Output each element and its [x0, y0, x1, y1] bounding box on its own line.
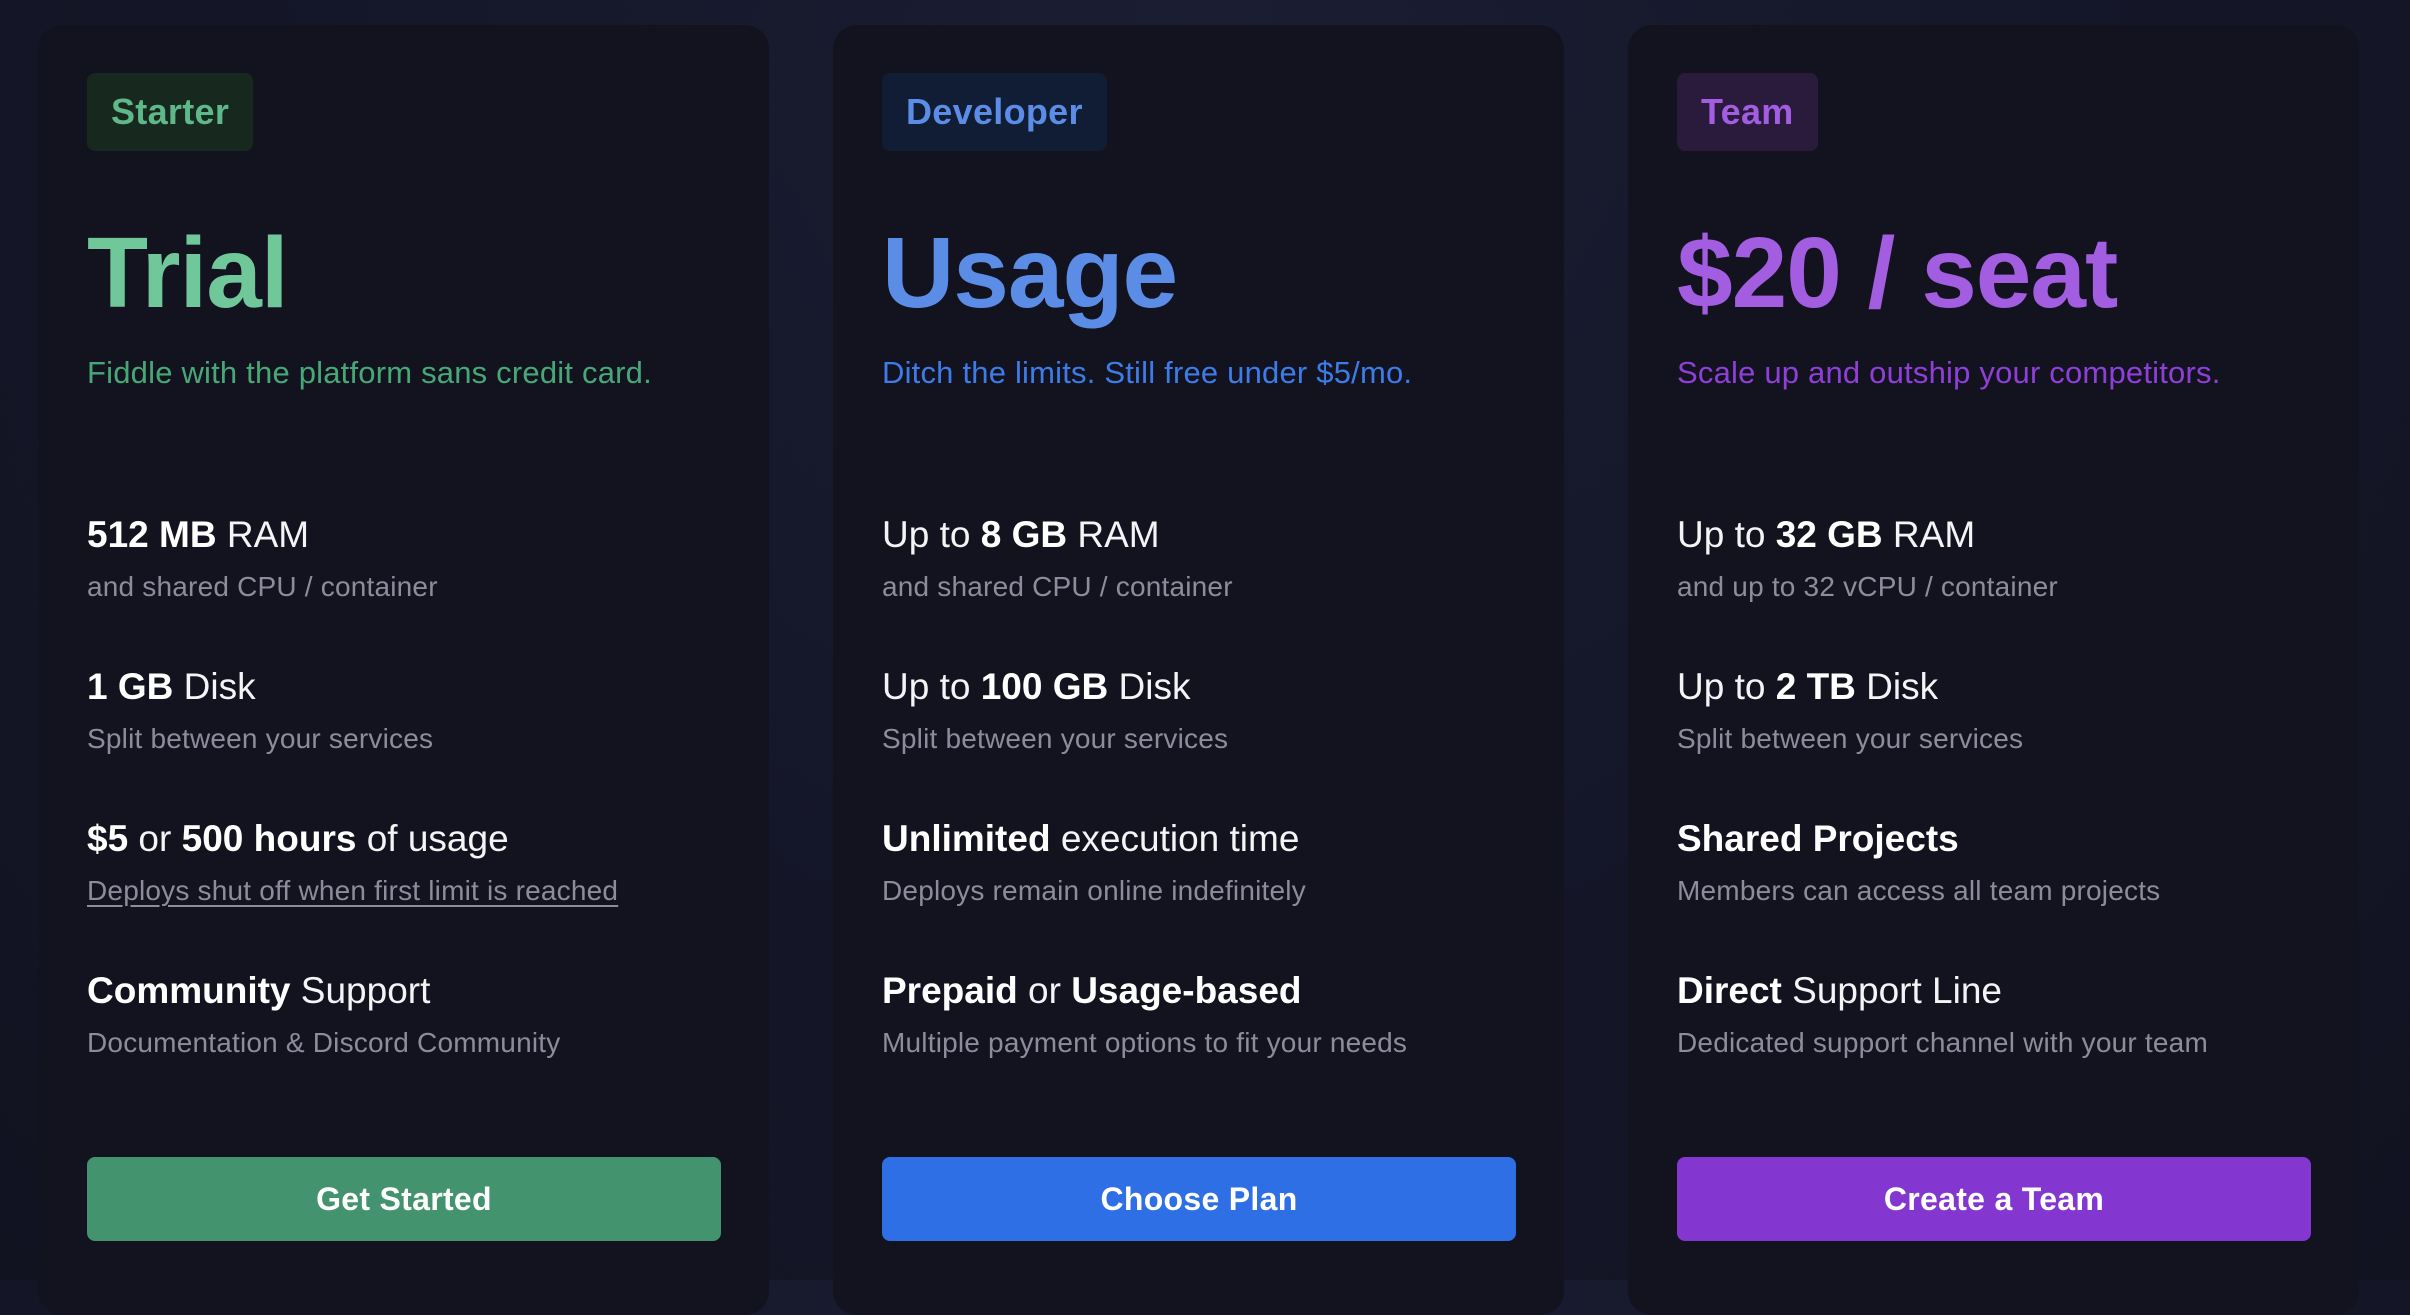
feature-title: Community Support [87, 969, 721, 1013]
feature-text: RAM [216, 514, 310, 555]
feature-suffix: of usage [356, 818, 509, 859]
feature-description: Deploys remain online indefinitely [882, 875, 1306, 906]
feature-text: Disk [173, 666, 256, 707]
feature-highlight: Prepaid [882, 970, 1018, 1011]
feature-prefix: Up to [882, 514, 981, 555]
choose-plan-button[interactable]: Choose Plan [882, 1157, 1516, 1241]
create-team-button[interactable]: Create a Team [1677, 1157, 2311, 1241]
feature-support: Community Support Documentation & Discor… [87, 969, 721, 1121]
feature-title: Prepaid or Usage-based [882, 969, 1516, 1013]
plan-price: Trial [87, 217, 289, 329]
plan-price: Usage [882, 217, 1178, 329]
feature-list: 512 MB RAM and shared CPU / container 1 … [87, 513, 721, 1121]
feature-text: RAM [1067, 514, 1160, 555]
feature-text: Support [290, 970, 431, 1011]
feature-execution: Unlimited execution time Deploys remain … [882, 817, 1516, 969]
plan-price: $20 / seat [1677, 217, 2118, 329]
plan-badge: Starter [87, 73, 254, 151]
feature-disk: Up to 2 TB Disk Split between your servi… [1677, 665, 2311, 817]
feature-text: Disk [1108, 666, 1191, 707]
feature-highlight-2: Usage-based [1071, 970, 1302, 1011]
feature-highlight: 32 GB [1775, 514, 1883, 555]
feature-highlight: 8 GB [980, 514, 1068, 555]
feature-ram: 512 MB RAM and shared CPU / container [87, 513, 721, 665]
plan-tagline: Fiddle with the platform sans credit car… [87, 355, 652, 390]
feature-title: Up to 100 GB Disk [882, 665, 1516, 709]
feature-ram: Up to 8 GB RAM and shared CPU / containe… [882, 513, 1516, 665]
plan-badge: Team [1677, 73, 1818, 151]
feature-ram: Up to 32 GB RAM and up to 32 vCPU / cont… [1677, 513, 2311, 665]
feature-title: Up to 8 GB RAM [882, 513, 1516, 557]
feature-description: Members can access all team projects [1677, 875, 2161, 906]
feature-highlight: Shared Projects [1677, 818, 1959, 859]
feature-title: Unlimited execution time [882, 817, 1516, 861]
feature-highlight: 100 GB [980, 666, 1109, 707]
feature-title: Shared Projects [1677, 817, 2311, 861]
feature-highlight: 1 GB [87, 666, 174, 707]
feature-disk: Up to 100 GB Disk Split between your ser… [882, 665, 1516, 817]
feature-description: and shared CPU / container [882, 571, 1233, 602]
plan-card-team: Team $20 / seat Scale up and outship you… [1628, 25, 2359, 1315]
plan-card-starter: Starter Trial Fiddle with the platform s… [38, 25, 769, 1315]
feature-text: RAM [1882, 514, 1976, 555]
feature-payment: Prepaid or Usage-based Multiple payment … [882, 969, 1516, 1121]
feature-text: execution time [1050, 818, 1300, 859]
feature-description: Split between your services [1677, 723, 2024, 754]
usage-limit-link[interactable]: Deploys shut off when first limit is rea… [87, 873, 721, 909]
feature-prefix: Up to [1677, 666, 1776, 707]
feature-highlight: Community [87, 970, 291, 1011]
feature-list: Up to 8 GB RAM and shared CPU / containe… [882, 513, 1516, 1121]
feature-highlight: 512 MB [87, 514, 217, 555]
feature-title: 1 GB Disk [87, 665, 721, 709]
plan-card-developer: Developer Usage Ditch the limits. Still … [833, 25, 1564, 1315]
feature-usage: $5 or 500 hours of usage Deploys shut of… [87, 817, 721, 969]
feature-title: Up to 32 GB RAM [1677, 513, 2311, 557]
get-started-button[interactable]: Get Started [87, 1157, 721, 1241]
feature-highlight: Direct [1677, 970, 1782, 1011]
feature-disk: 1 GB Disk Split between your services [87, 665, 721, 817]
plan-badge: Developer [882, 73, 1107, 151]
feature-title: $5 or 500 hours of usage [87, 817, 721, 861]
feature-text: Disk [1855, 666, 1939, 707]
feature-highlight: $5 [87, 818, 129, 859]
feature-title: 512 MB RAM [87, 513, 721, 557]
plan-tagline: Scale up and outship your competitors. [1677, 355, 2221, 390]
feature-prefix: Up to [1677, 514, 1776, 555]
feature-description: Documentation & Discord Community [87, 1027, 561, 1058]
feature-list: Up to 32 GB RAM and up to 32 vCPU / cont… [1677, 513, 2311, 1121]
feature-description: Split between your services [87, 723, 434, 754]
feature-shared-projects: Shared Projects Members can access all t… [1677, 817, 2311, 969]
pricing-cards: Starter Trial Fiddle with the platform s… [38, 25, 2359, 1315]
feature-description: and shared CPU / container [87, 571, 438, 602]
feature-highlight-2: 500 hours [181, 818, 357, 859]
feature-highlight: 2 TB [1775, 666, 1856, 707]
feature-text: or [128, 818, 182, 859]
feature-prefix: Up to [882, 666, 981, 707]
feature-description: Split between your services [882, 723, 1229, 754]
feature-description: Multiple payment options to fit your nee… [882, 1027, 1408, 1058]
feature-title: Up to 2 TB Disk [1677, 665, 2311, 709]
plan-tagline: Ditch the limits. Still free under $5/mo… [882, 355, 1413, 390]
feature-title: Direct Support Line [1677, 969, 2311, 1013]
feature-text: or [1017, 970, 1072, 1011]
feature-description: and up to 32 vCPU / container [1677, 571, 2058, 602]
feature-text: Support Line [1781, 970, 2002, 1011]
feature-highlight: Unlimited [882, 818, 1051, 859]
feature-description: Dedicated support channel with your team [1677, 1027, 2208, 1058]
feature-support: Direct Support Line Dedicated support ch… [1677, 969, 2311, 1121]
